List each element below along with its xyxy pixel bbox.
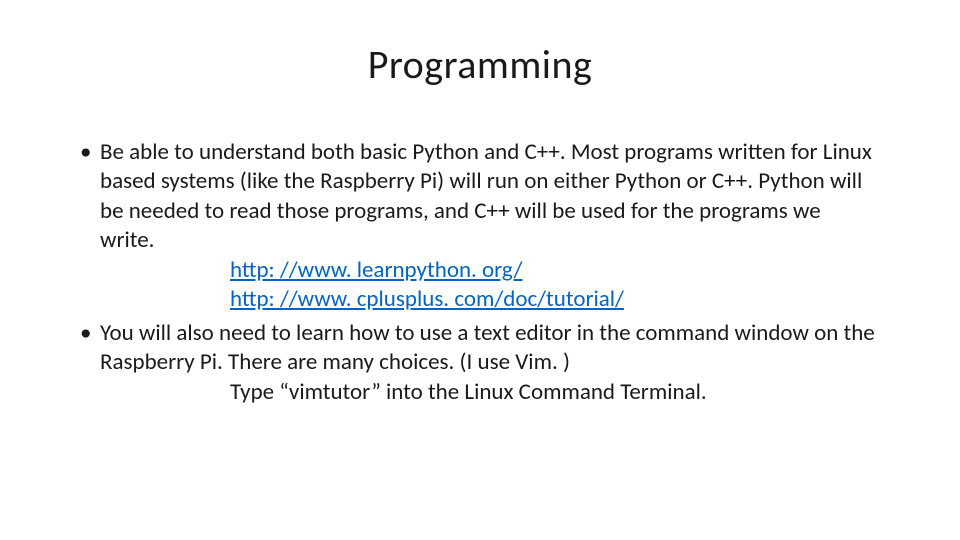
slide-title: Programming: [0, 40, 960, 89]
bullet-2-text: You will also need to learn how to use a…: [100, 319, 875, 376]
link-line-2: http: //www. cplusplus. com/doc/tutorial…: [100, 285, 880, 314]
link-line-1: http: //www. learnpython. org/: [100, 256, 880, 285]
bullet-item-2: You will also need to learn how to use a…: [80, 319, 880, 407]
bullet-item-1: Be able to understand both basic Python …: [80, 138, 880, 315]
bullet-1-text: Be able to understand both basic Python …: [100, 138, 872, 254]
slide: Programming Be able to understand both b…: [0, 0, 960, 540]
learnpython-link[interactable]: http: //www. learnpython. org/: [230, 256, 522, 284]
slide-body: Be able to understand both basic Python …: [80, 138, 880, 411]
cplusplus-link[interactable]: http: //www. cplusplus. com/doc/tutorial…: [230, 285, 624, 313]
bullet-2-sub: Type “vimtutor” into the Linux Command T…: [100, 378, 880, 407]
bullet-list: Be able to understand both basic Python …: [80, 138, 880, 407]
